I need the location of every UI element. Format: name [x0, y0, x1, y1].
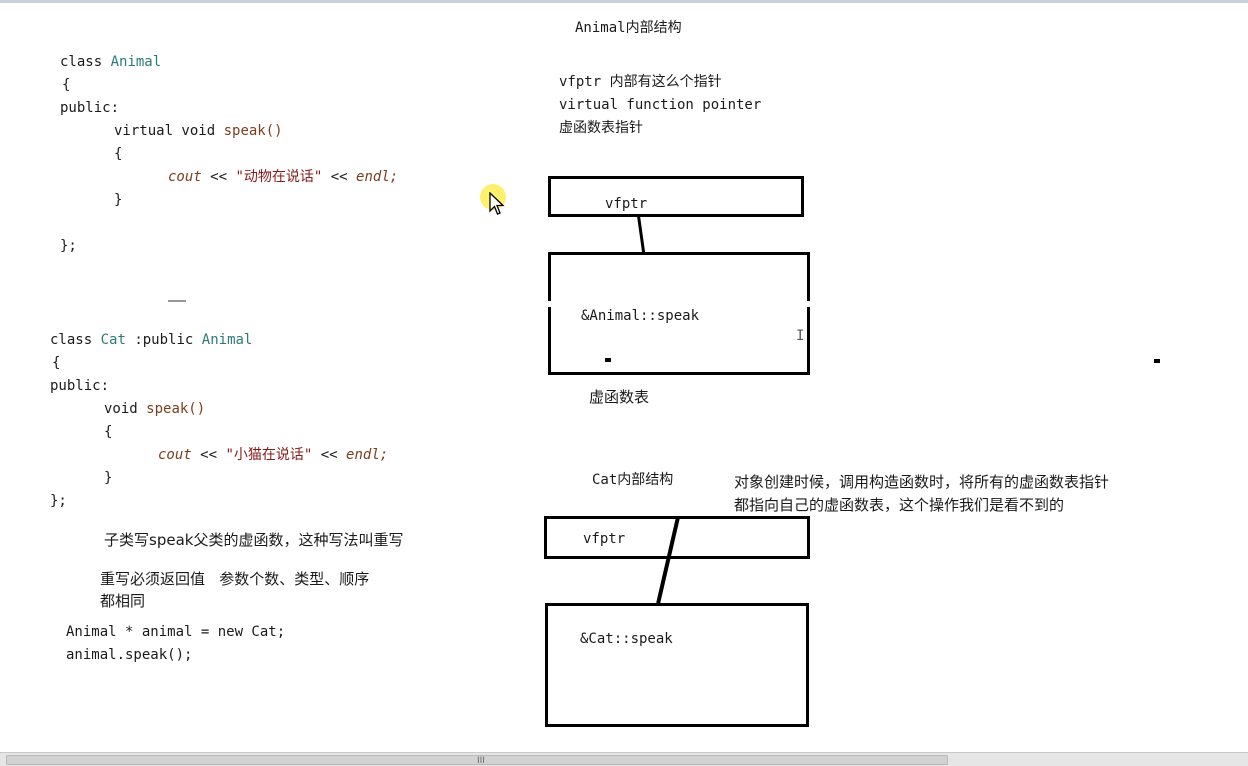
scrollbar-thumb[interactable]: III [6, 755, 948, 766]
code-line: public: [60, 100, 120, 116]
operator: << [320, 447, 338, 463]
mark [605, 358, 611, 362]
vfptr-note-line2: virtual function pointer [559, 97, 762, 113]
cat-structure-title: Cat内部结构 [592, 472, 674, 488]
keyword: void [104, 401, 138, 417]
usage-line2: animal.speak(); [66, 647, 193, 663]
keyword: virtual void [114, 123, 216, 139]
code-line: void speak() [104, 398, 205, 421]
keyword: class [60, 54, 103, 70]
code-line: } [104, 470, 113, 486]
cat-note-line1: 对象创建时候，调用构造函数时，将所有的虚函数表指针 [734, 473, 1110, 491]
string-literal: "小猫在说话" [225, 447, 313, 463]
identifier: endl; [346, 447, 389, 463]
code-line: }; [50, 493, 67, 509]
string-literal: "动物在说话" [235, 169, 323, 185]
override-rules-line1: 重写必须返回值 参数个数、类型、顺序 [100, 570, 370, 588]
animal-vfptr-box: vfptr [548, 176, 804, 217]
vtable-entry-label: &Cat::speak [580, 631, 673, 647]
mark [1154, 359, 1160, 363]
base-type-name: Animal [201, 332, 253, 348]
cat-vtable-box: &Cat::speak [545, 603, 809, 727]
stray-mark [168, 300, 186, 302]
function-name: speak() [146, 401, 206, 417]
vfptr-note-line1: vfptr 内部有这么个指针 [559, 74, 722, 90]
identifier: cout [158, 447, 192, 463]
text-cursor-icon: I [796, 328, 805, 344]
vtable-entry-label: &Animal::speak [581, 308, 700, 324]
cat-note-line2: 都指向自己的虚函数表，这个操作我们是看不到的 [734, 496, 1065, 514]
code-line: { [114, 146, 123, 162]
code-line: } [114, 192, 123, 208]
animal-vtable-box: &Animal::speak I [547, 252, 811, 375]
code-line: class Cat :public Animal [50, 329, 252, 352]
animal-pointer-line [637, 215, 646, 254]
vfptr-label: vfptr [605, 196, 648, 212]
override-note: 子类写speak父类的虚函数，这种写法叫重写 [104, 531, 404, 549]
mouse-pointer-icon [489, 192, 505, 215]
animal-structure-title: Animal内部结构 [575, 20, 682, 36]
inheritance-spec: :public [134, 332, 194, 348]
window-top-border [0, 0, 1248, 3]
vfptr-note-line3: 虚函数表指针 [559, 120, 643, 136]
vfptr-label: vfptr [583, 531, 626, 547]
type-name: Animal [110, 54, 162, 70]
keyword: class [50, 332, 93, 348]
usage-line1: Animal * animal = new Cat; [66, 624, 286, 640]
code-line: cout << "小猫在说话" << endl; [158, 444, 388, 467]
box-gap [805, 301, 811, 307]
vtable-caption: 虚函数表 [589, 388, 650, 406]
code-line: cout << "动物在说话" << endl; [168, 166, 398, 189]
box-gap [547, 301, 553, 307]
type-name: Cat [100, 332, 126, 348]
identifier: cout [168, 169, 202, 185]
horizontal-scrollbar[interactable]: III [0, 752, 1248, 766]
code-line: { [52, 355, 61, 371]
code-line: virtual void speak() [114, 120, 283, 143]
override-rules-line2: 都相同 [100, 592, 146, 610]
operator: << [200, 447, 218, 463]
operator: << [210, 169, 228, 185]
code-line: { [104, 424, 113, 440]
function-name: speak() [223, 123, 283, 139]
code-line: class Animal [60, 51, 161, 74]
operator: << [330, 169, 348, 185]
code-line: { [62, 77, 71, 93]
code-line: }; [60, 238, 77, 254]
code-line: public: [50, 378, 110, 394]
identifier: endl; [356, 169, 399, 185]
